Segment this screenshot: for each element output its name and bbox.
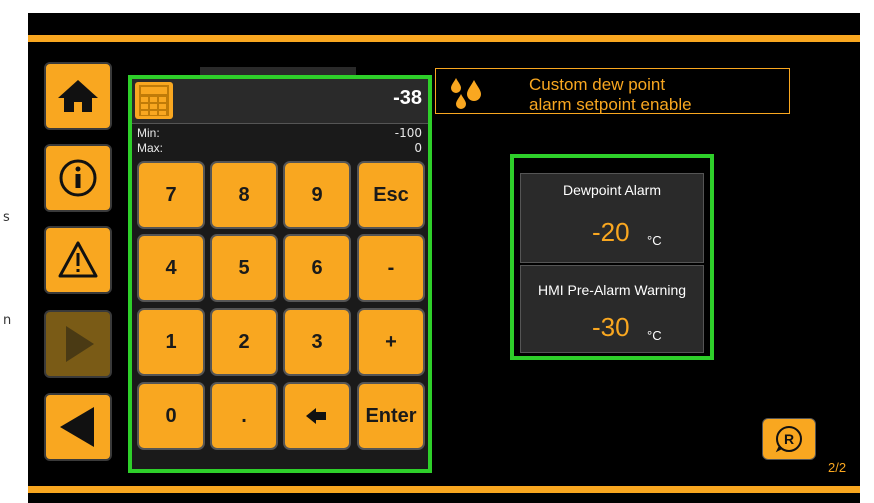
hmi-screen: -38 Min: -100 Max: 0 7 8 9 Esc 4 5 6 - 1…: [28, 13, 860, 503]
prealarm-warning-title: HMI Pre-Alarm Warning: [537, 282, 687, 298]
back-icon: [60, 407, 94, 447]
help-line-2: alarm setpoint enable: [529, 95, 692, 114]
water-drops-icon: [451, 78, 481, 109]
current-value: -38: [393, 87, 422, 109]
max-value: 0: [414, 141, 422, 155]
key-1[interactable]: 1: [137, 308, 205, 376]
warning-icon: [58, 241, 98, 278]
home-icon: [58, 80, 98, 112]
prealarm-warning-field[interactable]: HMI Pre-Alarm Warning -30 °C: [520, 265, 704, 353]
dewpoint-alarm-field[interactable]: Dewpoint Alarm -20 °C: [520, 173, 704, 263]
value-display: -38: [132, 79, 428, 124]
key-4[interactable]: 4: [137, 234, 205, 302]
title-tab: [200, 67, 356, 75]
min-label: Min:: [137, 126, 160, 140]
key-7[interactable]: 7: [137, 161, 205, 229]
dewpoint-alarm-title: Dewpoint Alarm: [562, 182, 662, 198]
key-2[interactable]: 2: [210, 308, 278, 376]
margin-text-fragment: s: [3, 210, 10, 225]
back-button[interactable]: [44, 393, 112, 461]
reset-button[interactable]: R: [762, 418, 816, 460]
key-plus[interactable]: +: [357, 308, 425, 376]
key-minus[interactable]: -: [357, 234, 425, 302]
info-button[interactable]: [44, 144, 112, 212]
key-6[interactable]: 6: [283, 234, 351, 302]
key-0[interactable]: 0: [137, 382, 205, 450]
prealarm-warning-unit: °C: [647, 328, 662, 343]
min-row: Min: -100: [132, 126, 428, 141]
home-button[interactable]: [44, 62, 112, 130]
dewpoint-alarm-unit: °C: [647, 233, 662, 248]
key-9[interactable]: 9: [283, 161, 351, 229]
backspace-arrow-icon: [306, 408, 326, 424]
top-accent-bar: [28, 35, 860, 42]
key-enter[interactable]: Enter: [357, 382, 425, 450]
dewpoint-alarm-value: -20: [592, 217, 630, 247]
calculator-icon: [135, 82, 173, 119]
reset-icon: R: [775, 426, 802, 453]
key-8[interactable]: 8: [210, 161, 278, 229]
forward-button[interactable]: [44, 310, 112, 378]
play-icon: [66, 326, 94, 362]
margin-text-fragment: n: [3, 313, 12, 328]
key-5[interactable]: 5: [210, 234, 278, 302]
min-value: -100: [394, 126, 422, 140]
help-box: Custom dew point alarm setpoint enable: [435, 68, 790, 114]
key-3[interactable]: 3: [283, 308, 351, 376]
max-row: Max: 0: [132, 141, 428, 156]
prealarm-warning-value: -30: [592, 312, 630, 342]
max-label: Max:: [137, 141, 164, 155]
warning-button[interactable]: [44, 226, 112, 294]
key-decimal[interactable]: .: [210, 382, 278, 450]
key-esc[interactable]: Esc: [357, 161, 425, 229]
info-icon: [59, 159, 97, 197]
help-text: Custom dew point alarm setpoint enable: [529, 75, 692, 115]
reset-label: R: [784, 431, 794, 447]
help-line-1: Custom dew point: [529, 75, 666, 94]
key-backspace[interactable]: [283, 382, 351, 450]
alarm-setpoints-panel: Dewpoint Alarm -20 °C HMI Pre-Alarm Warn…: [510, 154, 714, 360]
bottom-accent-bar: [28, 486, 860, 493]
numeric-keypad: -38 Min: -100 Max: 0 7 8 9 Esc 4 5 6 - 1…: [128, 75, 432, 473]
page-indicator: 2/2: [828, 460, 847, 475]
